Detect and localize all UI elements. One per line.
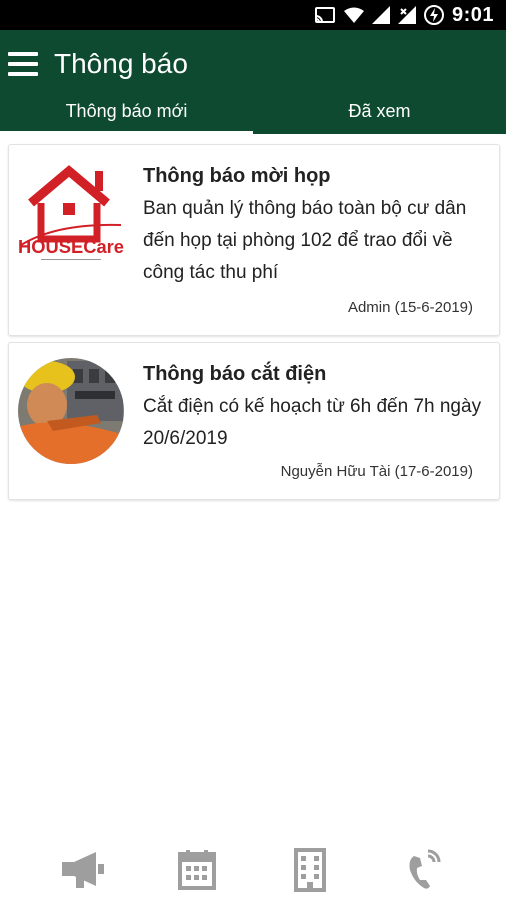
megaphone-icon[interactable] [58,848,108,892]
electrician-photo [17,357,125,465]
housecare-logo: HOUSECare [17,159,125,267]
app-bar: Thông báo Thông báo mới Đã xem [0,30,506,134]
clock: 9:01 [451,3,494,26]
wifi-icon [343,7,364,23]
notification-body: Cắt điện có kế hoạch từ 6h đến 7h ngày 2… [143,396,482,449]
cast-icon [314,6,336,24]
status-icons: 9:01 [314,4,494,26]
notification-title: Thông báo mời họp [143,165,331,187]
page-title: Thông báo [54,48,188,79]
housecare-logo-text: HOUSECare [18,237,124,257]
battery-charging-icon [423,5,444,25]
signal-x-icon [397,6,416,24]
building-icon[interactable] [286,848,336,892]
bottom-nav [0,840,506,896]
notification-title: Thông báo cắt điện [143,363,327,385]
notification-body: Ban quản lý thông báo toàn bộ cư dân đến… [143,198,467,283]
menu-icon[interactable] [8,52,38,78]
calendar-icon[interactable] [172,848,222,892]
status-bar: 9:01 [0,0,506,30]
notification-meta: Nguyễn Hữu Tài (17-6-2019) [280,463,473,480]
signal-icon [371,6,390,24]
tab-bar: Thông báo mới Đã xem [0,92,506,134]
notification-card[interactable]: HOUSECare Thông báo mời họp Ban quản lý … [8,144,500,336]
tab-new-notifications[interactable]: Thông báo mới [0,92,253,134]
phone-ringing-icon[interactable] [400,848,450,892]
tab-viewed[interactable]: Đã xem [253,92,506,134]
notification-meta: Admin (15-6-2019) [347,299,473,316]
notification-card[interactable]: Thông báo cắt điện Cắt điện có kế hoạch … [8,342,500,500]
